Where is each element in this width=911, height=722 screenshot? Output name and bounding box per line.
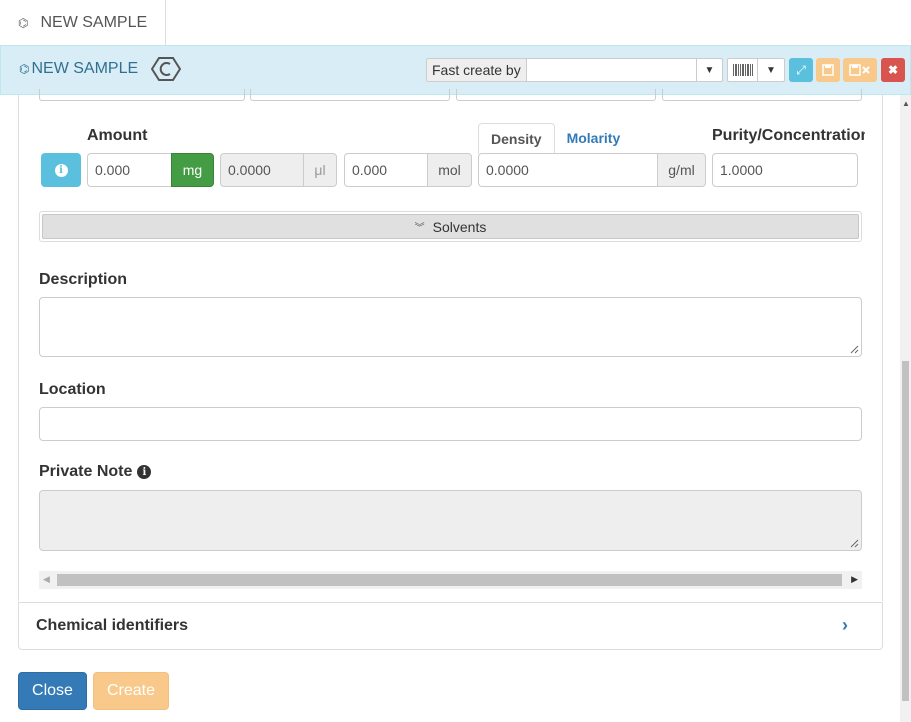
mass-unit-button[interactable]: mg (171, 153, 214, 187)
molecule-icon: ⌬ (18, 16, 29, 30)
chemical-identifiers-panel[interactable]: Chemical identifiers › (18, 602, 883, 650)
barcode-icon[interactable] (728, 59, 758, 81)
panel-title: ⌬ NEW SAMPLE (19, 60, 138, 78)
fast-create-select[interactable]: Fast create by ▼ (426, 58, 723, 82)
purity-label: Purity/Concentration (712, 127, 865, 144)
scroll-up-icon[interactable]: ▲ (902, 99, 910, 108)
save-icon (822, 64, 834, 76)
mass-input[interactable]: 0.000 (87, 153, 171, 187)
chemical-identifiers-label: Chemical identifiers (36, 617, 189, 634)
private-note-label: Private Note (39, 463, 133, 480)
chevron-right-icon[interactable]: › (842, 615, 848, 636)
scrollbar-thumb[interactable] (902, 361, 909, 701)
chevron-down-icon[interactable]: ▼ (758, 59, 784, 81)
expand-icon: ⤢ (796, 62, 806, 77)
solvents-toggle-button[interactable]: ︾ Solvents (42, 214, 859, 239)
location-label: Location (39, 381, 106, 398)
fast-create-input[interactable] (527, 59, 696, 81)
mol-input-group: 0.000 mol (344, 153, 472, 187)
volume-input[interactable]: 0.0000 (220, 153, 303, 187)
horizontal-scrollbar[interactable]: ◀ ▶ (39, 571, 862, 589)
vertical-scrollbar[interactable]: ▲ (900, 95, 911, 722)
close-icon-button[interactable]: ✖ (881, 58, 905, 82)
density-molarity-tabs: Density Molarity (478, 123, 633, 154)
save-close-icon (849, 64, 870, 76)
solvents-panel: ︾ Solvents (39, 211, 862, 242)
scrollbar-thumb[interactable] (57, 574, 842, 586)
density-input-group: 0.0000 g/ml (478, 153, 706, 187)
tab-bar: ⌬ NEW SAMPLE (0, 0, 911, 46)
barcode-button-group[interactable]: ▼ (727, 58, 785, 82)
expand-button[interactable]: ⤢ (789, 58, 813, 82)
resize-grip-icon[interactable] (849, 344, 859, 354)
location-input[interactable] (39, 407, 862, 441)
mass-input-group: 0.000 mg (87, 153, 214, 187)
cutoff-field (250, 89, 450, 101)
volume-unit-button[interactable]: μl (303, 153, 337, 187)
close-button[interactable]: Close (18, 672, 87, 710)
solvents-label: Solvents (432, 218, 487, 235)
purity-input[interactable]: 1.0000 (712, 153, 858, 187)
benzene-icon (150, 56, 182, 85)
panel-header: ⌬ NEW SAMPLE Fast create by ▼ ▼ ⤢ ✖ (0, 45, 911, 95)
molecule-icon: ⌬ (19, 62, 30, 76)
mol-input[interactable]: 0.000 (344, 153, 427, 187)
chevron-down-icon[interactable]: ▼ (696, 59, 722, 81)
close-icon: ✖ (887, 63, 899, 77)
volume-input-group: 0.0000 μl (220, 153, 337, 187)
scroll-right-icon[interactable]: ▶ (851, 574, 858, 585)
private-note-textarea[interactable] (39, 490, 862, 551)
panel-title-text: NEW SAMPLE (31, 60, 139, 77)
private-note-heading: Private Note i (39, 463, 152, 481)
tab-molarity[interactable]: Molarity (555, 123, 633, 153)
scroll-left-icon[interactable]: ◀ (43, 574, 50, 585)
info-icon[interactable]: i (137, 465, 152, 479)
tab-new-sample[interactable]: ⌬ NEW SAMPLE (0, 0, 166, 46)
cutoff-field (662, 89, 862, 101)
info-icon: i (54, 163, 68, 177)
density-input[interactable]: 0.0000 (478, 153, 657, 187)
resize-grip-icon[interactable] (849, 538, 859, 548)
density-unit: g/ml (657, 153, 706, 187)
amount-label: Amount (87, 127, 148, 144)
save-close-button[interactable] (843, 58, 877, 82)
sample-form: Amount i 0.000 mg 0.0000 μl 0.000 mol De… (0, 89, 911, 722)
amount-info-button[interactable]: i (41, 153, 81, 187)
cutoff-field (39, 89, 245, 101)
create-button[interactable]: Create (93, 672, 169, 710)
tab-label: NEW SAMPLE (40, 14, 148, 31)
description-label: Description (39, 271, 128, 288)
save-button[interactable] (816, 58, 840, 82)
mol-unit-button[interactable]: mol (427, 153, 472, 187)
chevron-double-down-icon: ︾ (414, 223, 425, 234)
fast-create-label: Fast create by (427, 59, 527, 81)
cutoff-field (456, 89, 656, 101)
tab-density[interactable]: Density (478, 123, 555, 154)
description-textarea[interactable] (39, 297, 862, 357)
